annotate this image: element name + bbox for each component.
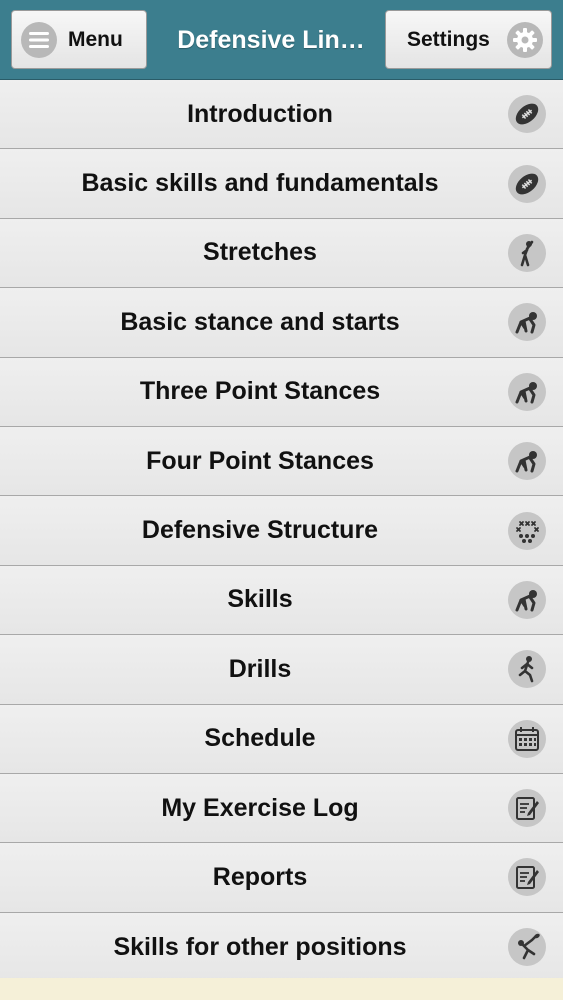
lineman-stance-icon bbox=[508, 442, 546, 481]
list-item-reports[interactable]: Reports bbox=[0, 843, 563, 913]
list-item-label: Stretches bbox=[203, 238, 317, 267]
gear-icon bbox=[507, 21, 543, 58]
list-item-basic-stance[interactable]: Basic stance and starts bbox=[0, 288, 563, 358]
list-item-label: Three Point Stances bbox=[139, 377, 381, 406]
list-item-label: My Exercise Log bbox=[161, 793, 359, 822]
formation-icon bbox=[508, 511, 546, 550]
lineman-stance-icon bbox=[508, 580, 546, 619]
list-item-skills[interactable]: Skills bbox=[0, 565, 563, 636]
hamburger-icon bbox=[21, 21, 57, 58]
list-item-three-point[interactable]: Three Point Stances bbox=[0, 357, 563, 427]
player-throwing-icon bbox=[508, 928, 546, 967]
list-item-drills[interactable]: Drills bbox=[0, 635, 563, 705]
page-title: Defensive Lin… bbox=[177, 26, 365, 54]
list-item-label: Basic skills and fundamentals bbox=[81, 169, 439, 198]
lineman-stance-icon bbox=[508, 372, 546, 411]
list-item-label: Drills bbox=[228, 654, 292, 683]
list-item-label: Skills for other positions bbox=[113, 932, 407, 961]
list-item-label: Defensive Structure bbox=[141, 516, 379, 545]
menu-button[interactable]: Menu bbox=[11, 10, 147, 69]
stretching-figure-icon bbox=[508, 233, 546, 272]
list-item-introduction[interactable]: Introduction bbox=[0, 80, 563, 150]
list-item-label: Reports bbox=[212, 862, 308, 891]
settings-button-label: Settings bbox=[407, 27, 490, 51]
footer-strip bbox=[0, 978, 563, 1000]
list-item-label: Four Point Stances bbox=[146, 446, 374, 475]
lineman-stance-icon bbox=[508, 303, 546, 342]
football-icon bbox=[508, 164, 546, 203]
menu-button-label: Menu bbox=[68, 27, 123, 51]
list-item-label: Skills bbox=[227, 585, 293, 614]
notepad-icon bbox=[508, 858, 546, 897]
calendar-icon bbox=[508, 719, 546, 758]
list-item-other-positions[interactable]: Skills for other positions bbox=[0, 912, 563, 983]
football-icon bbox=[508, 95, 546, 134]
settings-button[interactable]: Settings bbox=[385, 10, 552, 69]
list-item-four-point[interactable]: Four Point Stances bbox=[0, 426, 563, 497]
list-item-label: Introduction bbox=[187, 99, 333, 128]
list-item-exercise-log[interactable]: My Exercise Log bbox=[0, 773, 563, 844]
list-item-basic-skills[interactable]: Basic skills and fundamentals bbox=[0, 149, 563, 219]
topics-list: Introduction Basic skills and fundamenta… bbox=[0, 80, 563, 983]
top-bar: Menu Defensive Lin… Settings bbox=[0, 0, 563, 80]
notepad-icon bbox=[508, 789, 546, 828]
list-item-label: Schedule bbox=[204, 724, 316, 753]
list-item-defensive-structure[interactable]: Defensive Structure bbox=[0, 496, 563, 566]
list-item-label: Basic stance and starts bbox=[120, 307, 400, 336]
list-item-stretches[interactable]: Stretches bbox=[0, 218, 563, 289]
list-item-schedule[interactable]: Schedule bbox=[0, 704, 563, 774]
running-figure-icon bbox=[508, 650, 546, 689]
